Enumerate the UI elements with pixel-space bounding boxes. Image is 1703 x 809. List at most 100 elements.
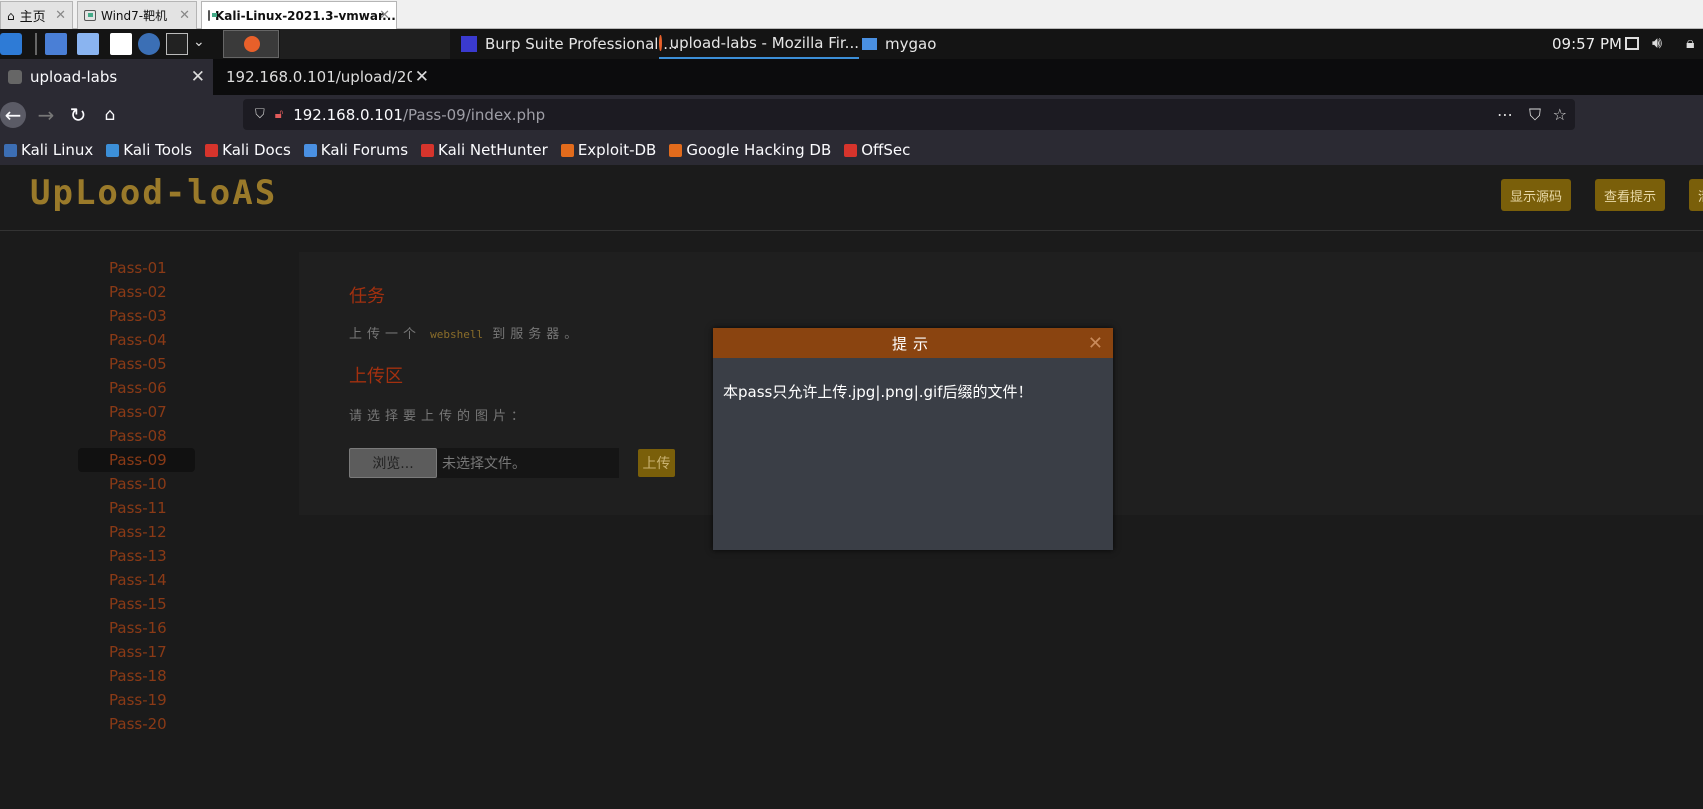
vm-icon (84, 10, 96, 21)
clock[interactable]: 09:57 PM (1552, 35, 1622, 53)
bookmark-google-hacking-db[interactable]: Google Hacking DB (669, 141, 831, 159)
folder-icon (862, 38, 877, 50)
show-hint-button[interactable]: 查看提示 (1595, 179, 1665, 211)
pass-link[interactable]: Pass-07 (78, 400, 195, 424)
bookmark-offsec[interactable]: OffSec (844, 141, 910, 159)
pass-link[interactable]: Pass-02 (78, 280, 195, 304)
bookmark-kali-docs[interactable]: Kali Docs (205, 141, 291, 159)
bookmark-kali-linux[interactable]: Kali Linux (4, 141, 93, 159)
pass-link[interactable]: Pass-05 (78, 352, 195, 376)
task-description: 上传一个 webshell 到服务器。 (349, 327, 583, 342)
display-icon[interactable] (1625, 37, 1639, 50)
home-icon: ⌂ (7, 8, 15, 23)
forward-icon[interactable]: → (34, 103, 58, 127)
close-icon[interactable]: ✕ (379, 8, 390, 23)
navigation-bar: ← → ↻ ⌂ ⛉ 🔓︎ 192.168.0.101/Pass-09/index… (0, 95, 1703, 135)
page-actions-icon[interactable]: ⋯ (1497, 105, 1513, 124)
pass-link[interactable]: Pass-08 (78, 424, 195, 448)
reload-icon[interactable]: ↻ (66, 103, 90, 127)
page-favicon-icon (8, 70, 22, 84)
upload-button[interactable]: 上传 (638, 449, 675, 477)
panel-separator (35, 33, 37, 55)
show-source-button[interactable]: 显示源码 (1501, 179, 1571, 211)
url-bar[interactable]: ⛉ 🔓︎ 192.168.0.101/Pass-09/index.php ⋯ ⛉… (243, 99, 1575, 130)
task-heading: 任务 (349, 286, 385, 307)
pass-link[interactable]: Pass-15 (78, 592, 195, 616)
close-icon[interactable]: ✕ (179, 8, 190, 23)
vmware-tab-strip: ⌂ 主页 ✕ Wind7-靶机 ✕ Kali-Linux-2021.3-vmwa… (0, 0, 1703, 29)
vm-icon (208, 10, 217, 21)
text-editor-icon[interactable] (110, 33, 132, 55)
close-icon[interactable]: ✕ (55, 8, 66, 23)
pass-link[interactable]: Pass-16 (78, 616, 195, 640)
kali-menu-icon[interactable] (0, 33, 22, 55)
pass-link[interactable]: Pass-01 (78, 256, 195, 280)
exploit-db-icon (560, 143, 574, 157)
clear-upload-button[interactable]: 清 (1689, 179, 1703, 211)
chevron-down-icon[interactable]: ⌄ (193, 34, 205, 50)
dialog-header: 提示 ✕ (713, 328, 1113, 358)
browser-icon[interactable] (138, 33, 160, 55)
task-firefox[interactable]: upload-labs - Mozilla Fir... (659, 29, 859, 59)
file-name-field[interactable]: 未选择文件。 (437, 448, 619, 478)
pass-link[interactable]: Pass-11 (78, 496, 195, 520)
pass-link[interactable]: Pass-03 (78, 304, 195, 328)
firefox-tab-bar: upload-labs ✕ 192.168.0.101/upload/2022C… (0, 59, 1703, 150)
kali-icon (4, 143, 17, 157)
lock-icon[interactable]: 🔒︎ (1686, 33, 1695, 53)
vm-tab-win7[interactable]: Wind7-靶机 ✕ (77, 1, 197, 29)
bookmark-kali-forums[interactable]: Kali Forums (303, 141, 408, 159)
hint-dialog: 提示 ✕ 本pass只允许上传.jpg|.png|.gif后缀的文件！ (713, 328, 1113, 550)
site-logo[interactable]: UpLood-loAS (30, 173, 277, 213)
kali-docs-icon (205, 143, 219, 157)
site-header: UpLood-loAS 显示源码 查看提示 清 (0, 165, 1703, 231)
pass-link[interactable]: Pass-12 (78, 520, 195, 544)
workspace-1[interactable] (223, 30, 279, 58)
pass-sidebar: Pass-01 Pass-02 Pass-03 Pass-04 Pass-05 … (78, 256, 195, 736)
vm-tab-home[interactable]: ⌂ 主页 ✕ (0, 1, 73, 29)
close-tab-icon[interactable]: ✕ (191, 67, 205, 87)
pass-link[interactable]: Pass-10 (78, 472, 195, 496)
close-tab-icon[interactable]: ✕ (415, 67, 429, 87)
workspace-switcher[interactable] (280, 29, 450, 59)
kali-tools-icon (106, 143, 120, 157)
pass-link[interactable]: Pass-18 (78, 664, 195, 688)
webshell-code: webshell (430, 328, 484, 341)
pocket-icon[interactable]: ⛉ (1529, 105, 1541, 125)
file-manager-icon[interactable] (77, 33, 99, 55)
pass-link[interactable]: Pass-06 (78, 376, 195, 400)
pass-link[interactable]: Pass-19 (78, 688, 195, 712)
tab-upload-path[interactable]: 192.168.0.101/upload/2022C ✕ (218, 59, 437, 95)
browse-button[interactable]: 浏览... (349, 448, 437, 478)
task-folder[interactable]: mygao (862, 29, 936, 59)
shield-icon[interactable]: ⛉ (255, 107, 265, 122)
bookmarks-toolbar: Kali Linux Kali Tools Kali Docs Kali For… (0, 135, 1703, 165)
pass-link[interactable]: Pass-04 (78, 328, 195, 352)
back-icon[interactable]: ← (0, 102, 26, 128)
bookmark-star-icon[interactable]: ☆ (1553, 105, 1567, 124)
url-path: /Pass-09/index.php (402, 106, 546, 124)
home-icon[interactable]: ⌂ (98, 103, 122, 127)
show-desktop-icon[interactable] (45, 33, 67, 55)
tab-upload-labs[interactable]: upload-labs ✕ (0, 59, 213, 95)
volume-icon[interactable]: 🔊︎ (1652, 33, 1662, 53)
upload-prompt: 请选择要上传的图片： (349, 409, 530, 424)
offsec-icon (844, 143, 858, 157)
pass-link[interactable]: Pass-13 (78, 544, 195, 568)
dialog-title: 提示 (891, 334, 934, 353)
insecure-lock-icon[interactable]: 🔓︎ (275, 107, 283, 122)
bookmark-kali-nethunter[interactable]: Kali NetHunter (421, 141, 548, 159)
terminal-icon[interactable] (166, 33, 188, 55)
pass-link[interactable]: Pass-20 (78, 712, 195, 736)
close-icon[interactable]: ✕ (1088, 333, 1103, 354)
vm-tab-kali[interactable]: Kali-Linux-2021.3-vmwar... ✕ (201, 1, 397, 29)
ghdb-icon (669, 143, 683, 157)
nethunter-icon (421, 143, 435, 157)
bookmark-exploit-db[interactable]: Exploit-DB (560, 141, 656, 159)
bookmark-kali-tools[interactable]: Kali Tools (106, 141, 192, 159)
pass-link-active[interactable]: Pass-09 (78, 448, 195, 472)
task-burp[interactable]: Burp Suite Professional ... (461, 29, 678, 59)
pass-link[interactable]: Pass-17 (78, 640, 195, 664)
kali-forums-icon (303, 143, 317, 157)
pass-link[interactable]: Pass-14 (78, 568, 195, 592)
